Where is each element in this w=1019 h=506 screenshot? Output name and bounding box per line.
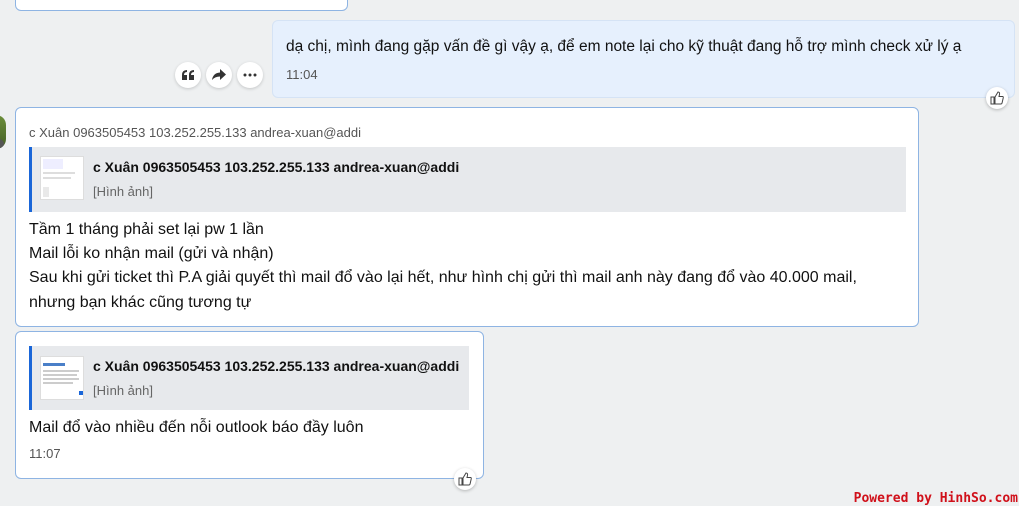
message-line: Mail lỗi ko nhận mail (gửi và nhận) [29, 245, 274, 262]
reaction-button[interactable] [454, 468, 476, 490]
quote-button[interactable] [175, 62, 201, 88]
quoted-message[interactable]: c Xuân 0963505453 103.252.255.133 andrea… [29, 147, 906, 212]
outgoing-message-text: dạ chị, mình đang gặp vấn đề gì vậy ạ, đ… [286, 38, 962, 55]
message-line: Sau khi gửi ticket thì P.A giải quyết th… [29, 269, 857, 286]
quoted-image-thumbnail [40, 156, 84, 200]
quoted-sender: c Xuân 0963505453 103.252.255.133 andrea… [93, 159, 460, 175]
quoted-sender: c Xuân 0963505453 103.252.255.133 andrea… [93, 358, 460, 374]
thumbs-up-icon [990, 91, 1004, 105]
message-text: Mail đổ vào nhiều đến nỗi outlook báo đầ… [29, 419, 364, 436]
quoted-image-thumbnail [40, 356, 84, 400]
incoming-message-bubble[interactable]: c Xuân 0963505453 103.252.255.133 andrea… [15, 331, 484, 479]
more-button[interactable] [237, 62, 263, 88]
reaction-button[interactable] [986, 87, 1008, 109]
watermark: Powered by HinhSo.com [853, 491, 1018, 506]
message-line: nhưng bạn khác cũng tương tự [29, 294, 252, 311]
quoted-preview: [Hình ảnh] [93, 383, 153, 398]
quoted-preview: [Hình ảnh] [93, 184, 153, 199]
more-icon [243, 73, 257, 77]
message-time: 11:07 [29, 446, 61, 461]
thumbs-up-icon [458, 472, 472, 486]
incoming-message-bubble[interactable]: c Xuân 0963505453 103.252.255.133 andrea… [15, 107, 919, 327]
sender-name: c Xuân 0963505453 103.252.255.133 andrea… [29, 125, 361, 140]
previous-message-bubble [15, 0, 348, 11]
outgoing-message-time: 11:04 [286, 67, 318, 82]
outgoing-message-bubble[interactable]: dạ chị, mình đang gặp vấn đề gì vậy ạ, đ… [272, 20, 1015, 98]
forward-button[interactable] [206, 62, 232, 88]
sender-avatar[interactable] [0, 115, 6, 149]
quoted-message[interactable]: c Xuân 0963505453 103.252.255.133 andrea… [29, 346, 469, 410]
forward-icon [212, 69, 226, 80]
quote-icon [182, 70, 194, 80]
message-line: Tầm 1 tháng phải set lại pw 1 lần [29, 221, 264, 238]
